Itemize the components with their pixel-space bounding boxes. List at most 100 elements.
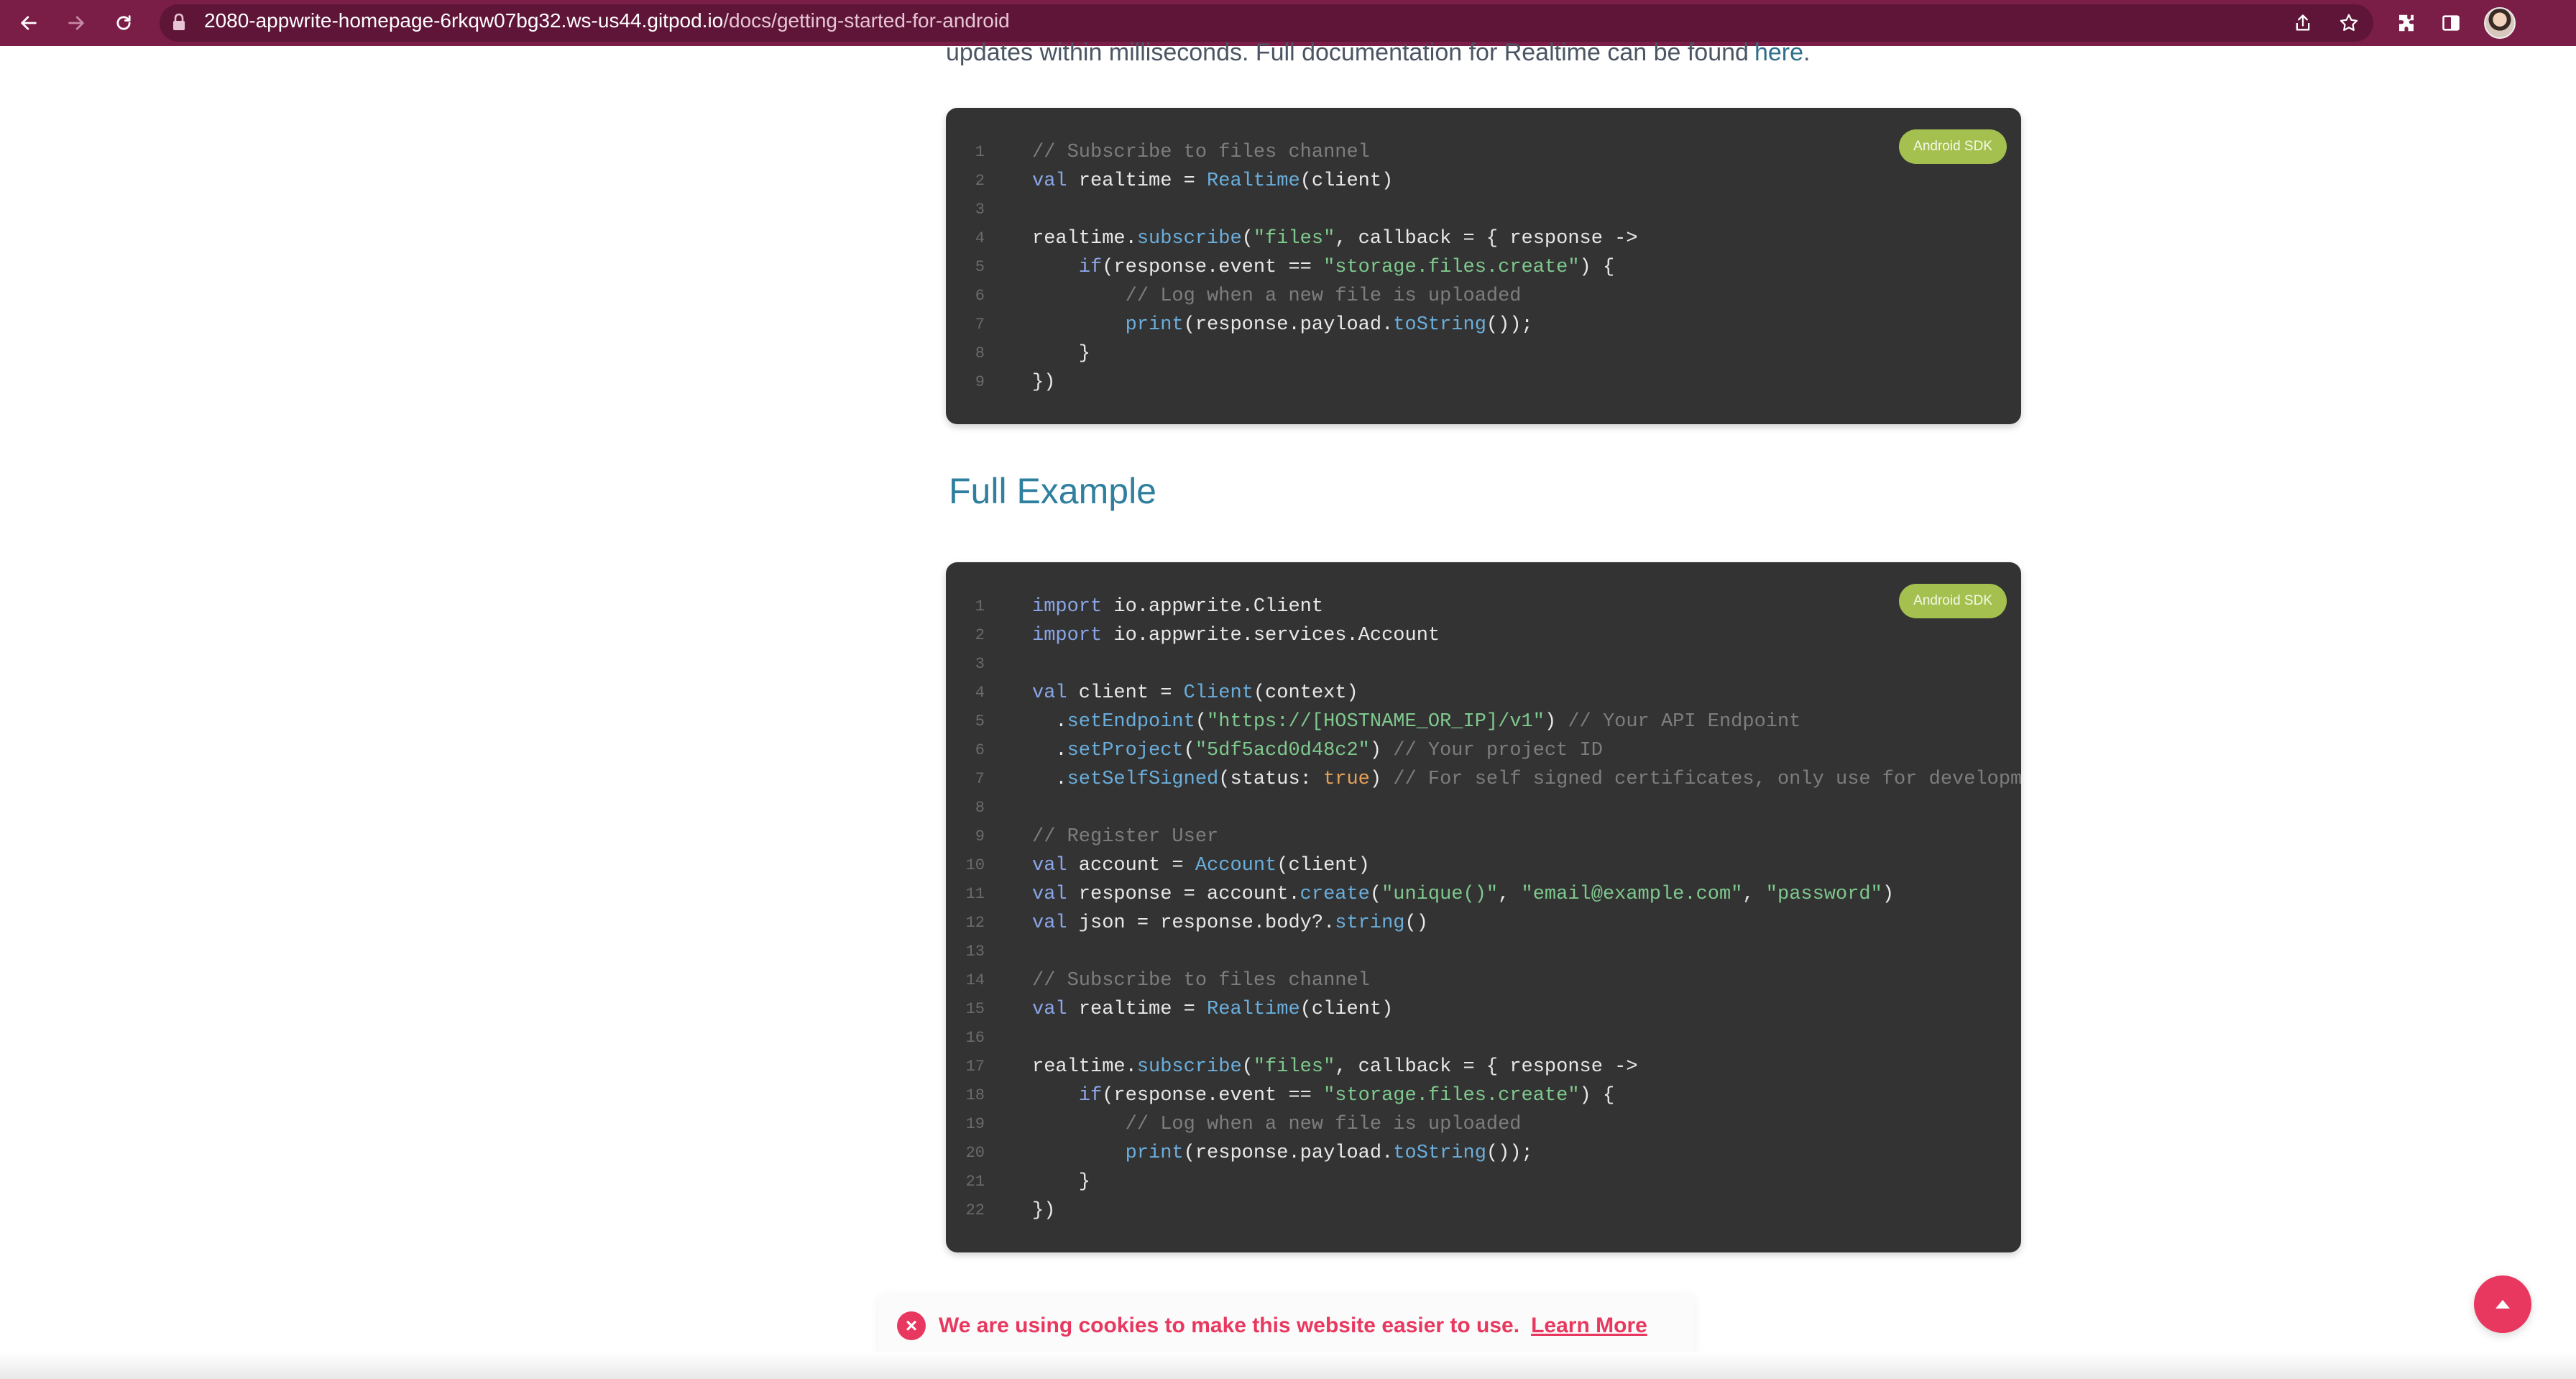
line-number: 15 [965,1000,985,1018]
share-button[interactable] [2286,6,2320,40]
line-number: 14 [965,971,985,989]
line-number: 8 [975,799,985,817]
code-line: 4 realtime.subscribe("files", callback = … [946,224,2021,253]
extensions-button[interactable] [2389,6,2424,40]
line-number: 9 [975,373,985,391]
line-number: 5 [975,713,985,730]
code-line: 5 .setEndpoint("https://[HOSTNAME_OR_IP]… [946,707,2021,736]
code-line: 7 print(response.payload.toString()); [946,311,2021,339]
intro-tail: . [1803,39,1811,66]
line-code: if(response.event == "storage.files.crea… [1078,257,1615,278]
line-number: 17 [965,1058,985,1076]
line-code: import io.appwrite.services.Account [1032,625,1440,646]
code-line: 3 [946,196,2021,224]
line-code: // Subscribe to files channel [1032,142,1370,163]
reload-button[interactable] [106,6,141,40]
code-lines: 1 import io.appwrite.Client 2 import io.app… [946,592,2021,1225]
line-number: 3 [975,201,985,219]
code-line: 13 [946,938,2021,966]
cookie-message: We are using cookies to make this websit… [939,1314,1520,1337]
back-button[interactable] [12,6,46,40]
line-code: val account = Account(client) [1032,855,1370,876]
reload-icon [116,15,131,30]
code-line: 1 // Subscribe to files channel [946,138,2021,167]
cookie-learn-more-link[interactable]: Learn More [1531,1314,1647,1338]
scroll-to-top-button[interactable] [2474,1275,2531,1333]
line-number: 10 [965,856,985,874]
code-line: 6 .setProject("5df5acd0d48c2") // Your p… [946,736,2021,765]
profile-avatar[interactable] [2484,7,2516,39]
cookie-close-button[interactable]: × [897,1311,926,1340]
code-line: 6 // Log when a new file is uploaded [946,282,2021,311]
code-line: 10 val account = Account(client) [946,851,2021,880]
code-block-full-example: Android SDK 1 import io.appwrite.Client 2 i… [946,562,2021,1252]
line-number: 1 [975,143,985,161]
line-number: 9 [975,828,985,846]
line-code: .setSelfSigned(status: true) // For self… [1032,769,2021,790]
line-code: import io.appwrite.Client [1032,596,1324,618]
line-number: 7 [975,316,985,334]
code-line: 17 realtime.subscribe("files", callback =… [946,1053,2021,1081]
code-line: 19 // Log when a new file is uploaded [946,1110,2021,1139]
line-number: 1 [975,597,985,615]
code-line: 2 val realtime = Realtime(client) [946,167,2021,196]
code-line: 8 [946,794,2021,823]
url-host: 2080-appwrite-homepage-6rkqw07bg32.ws-us… [204,9,724,32]
line-number: 21 [965,1173,985,1191]
arrow-left-icon [21,16,37,30]
code-line: 1 import io.appwrite.Client [946,592,2021,621]
intro-paragraph: updates within milliseconds. Full docume… [946,39,1810,67]
code-line: 21 } [946,1168,2021,1196]
line-code: // Log when a new file is uploaded [1125,1114,1522,1135]
code-line: 3 [946,650,2021,679]
code-line: 16 [946,1024,2021,1053]
code-line: 12 val json = response.body?.string() [946,909,2021,938]
line-code: val client = Client(context) [1032,682,1358,704]
line-code: } [1032,343,1091,365]
line-code: .setProject("5df5acd0d48c2") // Your pro… [1032,740,1603,761]
line-code: }) [1032,1200,1056,1222]
forward-button[interactable] [59,6,93,40]
line-number: 8 [975,344,985,362]
line-code: realtime.subscribe("files", callback = {… [1032,1056,1638,1078]
cookie-banner: × We are using cookies to make this webs… [878,1294,1695,1357]
code-line: 22}) [946,1196,2021,1225]
line-number: 11 [965,885,985,903]
line-code: realtime.subscribe("files", callback = {… [1032,228,1638,249]
section-heading-full-example: Full Example [949,471,1156,511]
lock-icon [173,13,185,30]
line-number: 2 [975,172,985,190]
code-line: 18 if(response.event == "storage.files.c… [946,1081,2021,1110]
line-number: 20 [965,1144,985,1162]
share-icon [2296,14,2310,31]
code-line: 7 .setSelfSigned(status: true) // For se… [946,765,2021,794]
bookmark-button[interactable] [2332,6,2366,40]
line-code: val realtime = Realtime(client) [1032,170,1394,192]
puzzle-icon [2399,14,2414,32]
code-line: 14 // Subscribe to files channel [946,966,2021,995]
line-code: if(response.event == "storage.files.crea… [1078,1085,1615,1107]
url-text[interactable]: 2080-appwrite-homepage-6rkqw07bg32.ws-us… [204,9,1010,32]
line-code: } [1032,1171,1091,1193]
line-number: 19 [965,1115,985,1133]
line-number: 6 [975,287,985,305]
url-path: /docs/getting-started-for-android [723,9,1010,32]
line-code: print(response.payload.toString()); [1125,1142,1533,1164]
code-line: 15 val realtime = Realtime(client) [946,995,2021,1024]
intro-text: updates within milliseconds. Full docume… [946,39,1749,66]
line-number: 3 [975,655,985,673]
line-number: 13 [965,943,985,961]
line-number: 4 [975,229,985,247]
line-number: 5 [975,258,985,276]
line-code: // Register User [1032,826,1219,848]
code-line: 5 if(response.event == "storage.files.cr… [946,253,2021,282]
realtime-docs-link[interactable]: here [1754,39,1803,66]
code-line: 2 import io.appwrite.services.Account [946,621,2021,650]
side-panel-button[interactable] [2434,6,2468,40]
line-code: // Log when a new file is uploaded [1125,285,1522,307]
line-code: // Subscribe to files channel [1032,970,1370,991]
line-code: }) [1032,372,1056,393]
line-code: print(response.payload.toString()); [1125,314,1533,336]
star-icon [2340,14,2358,31]
line-number: 18 [965,1086,985,1104]
